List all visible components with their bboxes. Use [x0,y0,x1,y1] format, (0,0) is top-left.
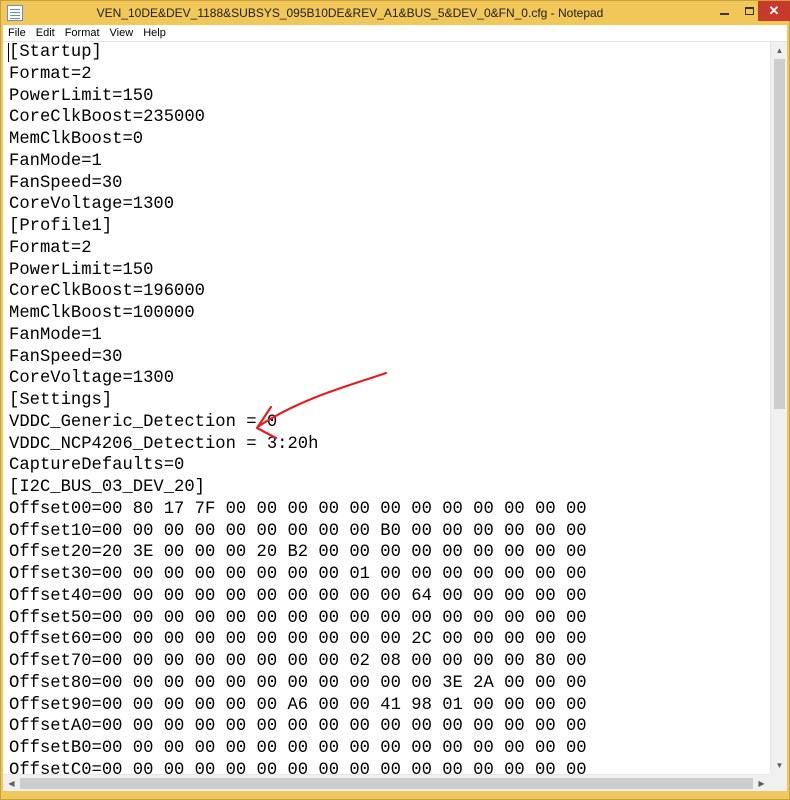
text-line: CoreClkBoost=196000 [9,282,205,302]
text-line: FanMode=1 [9,151,102,171]
text-line: FanSpeed=30 [9,173,123,193]
title-bar[interactable]: VEN_10DE&DEV_1188&SUBSYS_095B10DE&REV_A1… [1,1,790,25]
menu-edit[interactable]: Edit [31,25,60,42]
text-line: Offset00=00 80 17 7F 00 00 00 00 00 00 0… [9,499,587,519]
horizontal-scrollbar[interactable]: ◀ ▶ [3,774,770,791]
scroll-down-icon[interactable]: ▼ [771,757,787,774]
minimize-button[interactable] [710,1,738,21]
text-line: Format=2 [9,238,92,258]
text-line: PowerLimit=150 [9,260,154,280]
scroll-left-icon[interactable]: ◀ [3,775,20,791]
text-line: OffsetC0=00 00 00 00 00 00 00 00 00 00 0… [9,760,587,774]
text-line: Offset50=00 00 00 00 00 00 00 00 00 00 0… [9,608,587,628]
text-line: Offset10=00 00 00 00 00 00 00 00 00 B0 0… [9,521,587,541]
red-arrow-icon [255,371,388,440]
menu-bar: File Edit Format View Help [3,25,787,42]
text-line: CoreVoltage=1300 [9,195,175,215]
text-line: OffsetB0=00 00 00 00 00 00 00 00 00 00 0… [9,739,587,758]
text-line: Offset80=00 00 00 00 00 00 00 00 00 00 0… [9,673,587,693]
menu-file[interactable]: File [3,25,31,42]
text-caret [8,43,9,62]
menu-view[interactable]: View [105,25,139,42]
text-line: Offset30=00 00 00 00 00 00 00 00 01 00 0… [9,565,587,584]
close-button[interactable]: ✕ [758,1,790,21]
text-line: CaptureDefaults=0 [9,456,185,476]
annotation-arrow-shaft [257,371,388,428]
scroll-right-icon[interactable]: ▶ [753,775,770,791]
text-line: Offset90=00 00 00 00 00 00 A6 00 00 41 9… [9,695,587,715]
text-line: MemClkBoost=100000 [9,304,195,323]
scroll-up-icon[interactable]: ▲ [771,42,787,59]
text-line: OffsetA0=00 00 00 00 00 00 00 00 00 00 0… [9,717,587,737]
text-line: PowerLimit=150 [9,86,154,106]
notepad-window: VEN_10DE&DEV_1188&SUBSYS_095B10DE&REV_A1… [0,0,790,800]
text-line: [Startup] [9,43,102,62]
close-icon: ✕ [768,3,780,18]
text-line: FanMode=1 [9,325,102,345]
text-line: Offset40=00 00 00 00 00 00 00 00 00 00 6… [9,586,587,606]
text-line: MemClkBoost=0 [9,130,144,149]
size-grip[interactable] [770,774,787,791]
editor-area[interactable]: [Startup] Format=2 PowerLimit=150 CoreClkBo… [3,42,787,791]
text-line: [Profile1] [9,217,113,236]
menu-format[interactable]: Format [60,25,105,42]
horizontal-scroll-thumb[interactable] [20,778,753,789]
maximize-icon [744,7,754,15]
vertical-scroll-thumb[interactable] [774,59,785,409]
window-title: VEN_10DE&DEV_1188&SUBSYS_095B10DE&REV_A1… [96,6,604,20]
menu-help[interactable]: Help [138,25,171,42]
text-line: [I2C_BUS_03_DEV_20] [9,478,205,497]
text-line: Offset20=20 3E 00 00 00 20 B2 00 00 00 0… [9,543,587,563]
vertical-scrollbar[interactable]: ▲ ▼ [770,42,787,774]
text-line: Offset70=00 00 00 00 00 00 00 00 02 08 0… [9,652,587,671]
minimize-icon [719,13,729,15]
text-line: Offset60=00 00 00 00 00 00 00 00 00 00 2… [9,630,587,650]
text-line: Format=2 [9,64,92,84]
text-line: CoreClkBoost=235000 [9,108,205,128]
